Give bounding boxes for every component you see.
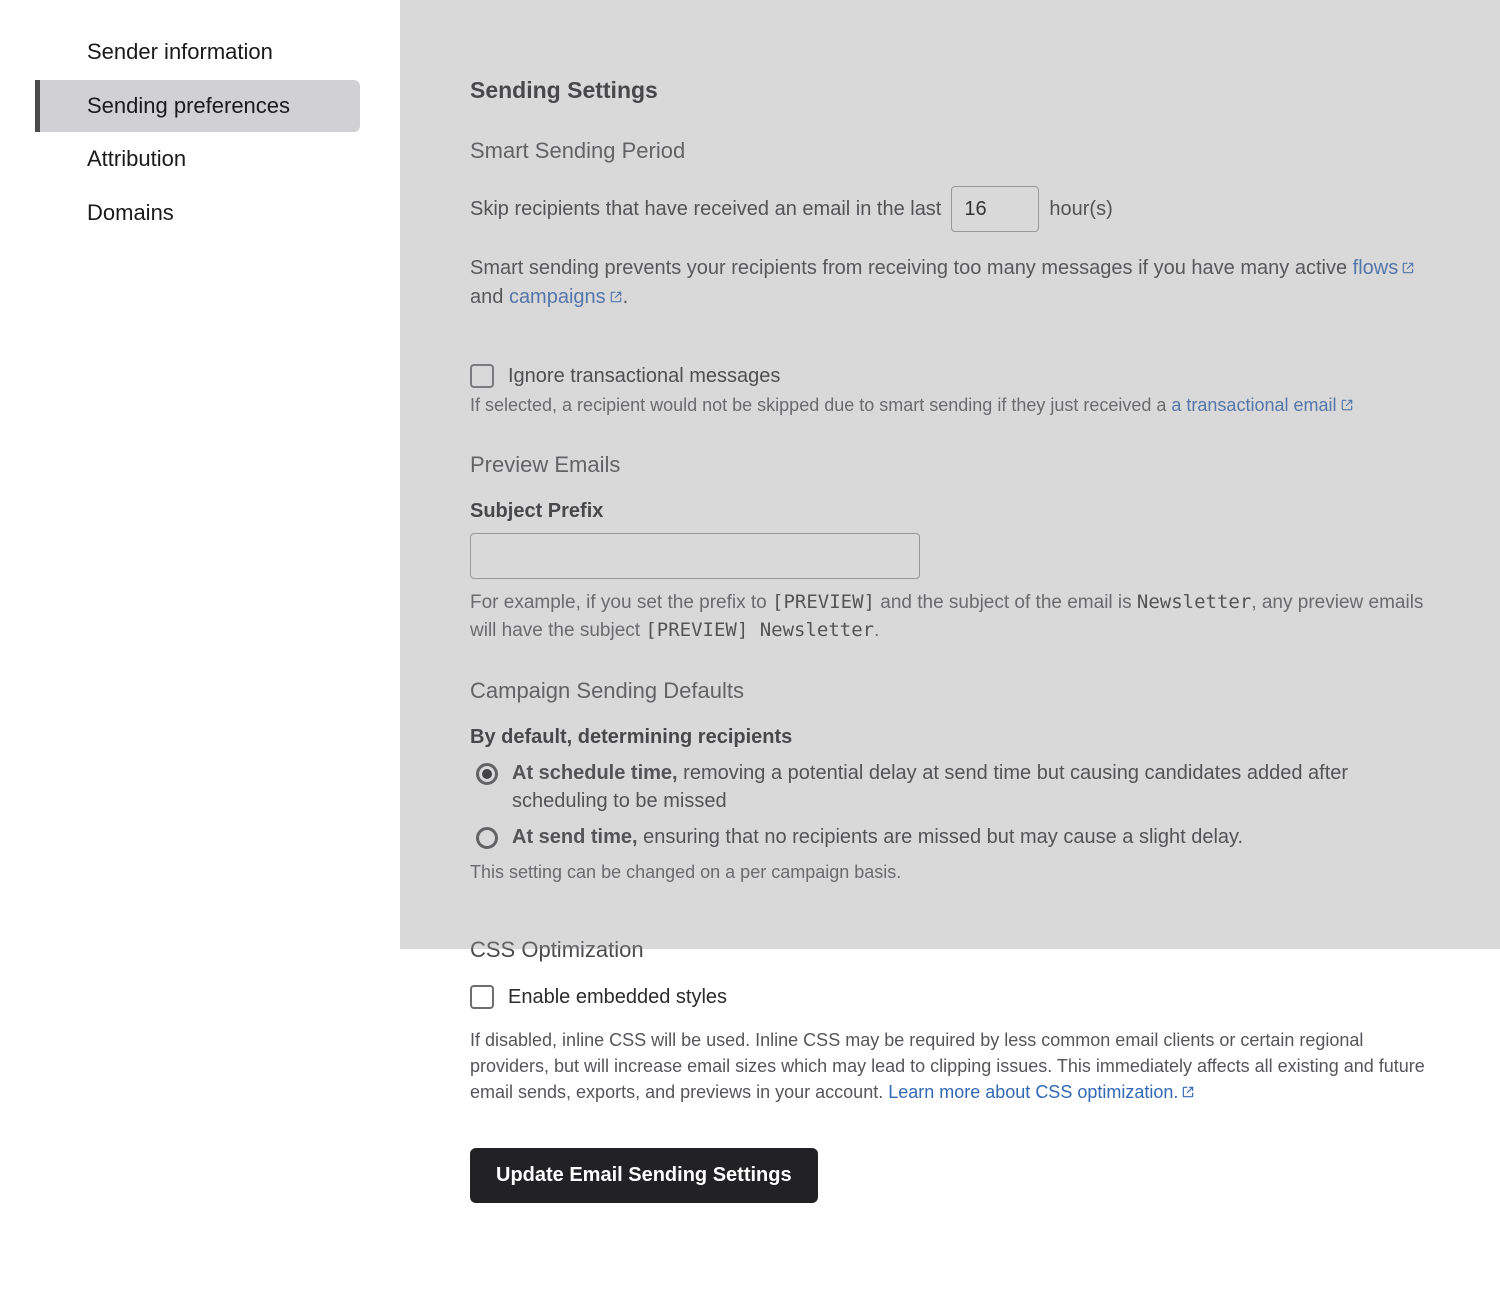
css-optimization-learn-link[interactable]: Learn more about CSS optimization. <box>888 1082 1195 1102</box>
css-optimization-help: If disabled, inline CSS will be used. In… <box>470 1027 1430 1105</box>
smart-sending-hours-input[interactable] <box>951 186 1039 232</box>
radio-schedule-time[interactable] <box>476 763 498 785</box>
subject-prefix-example: For example, if you set the prefix to [P… <box>470 589 1430 644</box>
smart-sending-description: Smart sending prevents your recipients f… <box>470 254 1430 312</box>
flows-link[interactable]: flows <box>1353 257 1416 279</box>
ignore-transactional-row: Ignore transactional messages <box>470 364 1430 388</box>
css-optimization-title: CSS Optimization <box>470 937 1430 963</box>
external-link-icon <box>1181 1085 1195 1099</box>
smart-sending-period-row: Skip recipients that have received an em… <box>470 186 1430 232</box>
recipients-schedule-time-option[interactable]: At schedule time, removing a potential d… <box>470 759 1430 815</box>
settings-sidebar: Sender information Sending preferences A… <box>0 0 400 1310</box>
enable-embedded-styles-row: Enable embedded styles <box>470 985 1430 1009</box>
skip-text-post: hour(s) <box>1049 198 1112 221</box>
sidebar-item-sender-information[interactable]: Sender information <box>35 26 360 79</box>
preview-emails-title: Preview Emails <box>470 452 1430 478</box>
enable-embedded-styles-label: Enable embedded styles <box>508 986 727 1009</box>
transactional-email-link[interactable]: a transactional email <box>1171 395 1353 415</box>
subject-prefix-input[interactable] <box>470 533 920 579</box>
ignore-transactional-label: Ignore transactional messages <box>508 365 780 388</box>
recipients-send-time-option[interactable]: At send time, ensuring that no recipient… <box>470 823 1430 851</box>
external-link-icon <box>1340 398 1354 412</box>
campaign-defaults-title: Campaign Sending Defaults <box>470 678 1430 704</box>
sidebar-item-attribution[interactable]: Attribution <box>35 133 360 186</box>
update-settings-button[interactable]: Update Email Sending Settings <box>470 1148 818 1203</box>
main-content: Sending Settings Smart Sending Period Sk… <box>400 0 1500 1310</box>
radio-send-time[interactable] <box>476 827 498 849</box>
sidebar-item-domains[interactable]: Domains <box>35 187 360 240</box>
skip-text-pre: Skip recipients that have received an em… <box>470 198 941 221</box>
page-title: Sending Settings <box>470 47 1430 104</box>
external-link-icon <box>1401 261 1415 275</box>
ignore-transactional-help: If selected, a recipient would not be sk… <box>470 392 1430 418</box>
smart-sending-title: Smart Sending Period <box>470 138 1430 164</box>
enable-embedded-styles-checkbox[interactable] <box>470 985 494 1009</box>
external-link-icon <box>609 290 623 304</box>
campaign-defaults-lead: By default, determining recipients <box>470 726 1430 749</box>
ignore-transactional-checkbox[interactable] <box>470 364 494 388</box>
campaign-defaults-note: This setting can be changed on a per cam… <box>470 859 1430 885</box>
subject-prefix-label: Subject Prefix <box>470 500 1430 523</box>
sidebar-item-sending-preferences[interactable]: Sending preferences <box>35 80 360 133</box>
campaigns-link[interactable]: campaigns <box>509 286 623 308</box>
